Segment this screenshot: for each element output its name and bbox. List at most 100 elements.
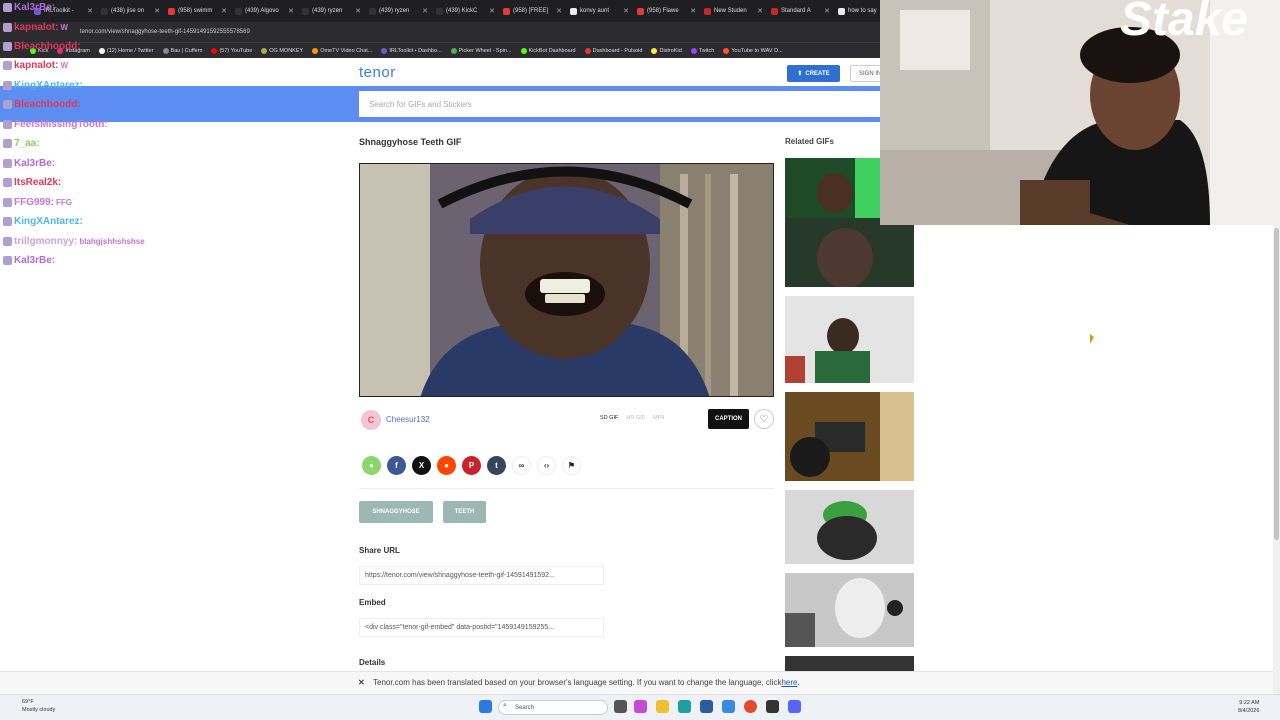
- format-hd[interactable]: HD GIF: [626, 415, 645, 421]
- chat-badge-icon: [3, 237, 12, 246]
- bookmark-label: YouTube to WAV D...: [731, 47, 783, 54]
- reddit-icon[interactable]: ●: [437, 456, 456, 475]
- related-gif[interactable]: [785, 392, 914, 481]
- app-icon[interactable]: [766, 700, 779, 713]
- tab-close-icon[interactable]: ✕: [489, 7, 495, 15]
- author-avatar[interactable]: C: [361, 410, 381, 430]
- tab-close-icon[interactable]: ✕: [355, 7, 361, 15]
- translation-link[interactable]: here: [781, 678, 797, 687]
- browser-tab[interactable]: Standard A ✕: [767, 2, 834, 20]
- tenor-logo[interactable]: tenor: [359, 64, 396, 81]
- create-button[interactable]: ⬆ CREATE: [787, 65, 840, 82]
- chat-badge-icon: [3, 139, 12, 148]
- upload-icon: ⬆: [797, 71, 803, 77]
- tab-label: (439) Algovo: [245, 8, 279, 14]
- chat-username: Kal3rBe:: [14, 158, 56, 169]
- close-icon[interactable]: ✕: [358, 678, 365, 687]
- tab-close-icon[interactable]: ✕: [824, 7, 830, 15]
- tag-shnaggyhose[interactable]: SHNAGGYHOSE: [359, 501, 433, 523]
- browser-tab[interactable]: (958) [FREE] ✕: [499, 2, 566, 20]
- flag-icon[interactable]: ⚑: [562, 456, 581, 475]
- browser-tab[interactable]: (439) ryzen ✕: [298, 2, 365, 20]
- chat-username: kapnalot:: [14, 60, 59, 71]
- bookmark-item[interactable]: OG MONKEY: [261, 47, 303, 54]
- related-gif[interactable]: [785, 656, 914, 671]
- chat-message-text: blahgjshhshshse: [79, 237, 145, 246]
- chat-badge-icon: [3, 3, 12, 12]
- tab-close-icon[interactable]: ✕: [690, 7, 696, 15]
- scrollbar-thumb[interactable]: [1274, 228, 1279, 540]
- link-icon[interactable]: ∞: [512, 456, 531, 475]
- bookmark-item[interactable]: Twitch: [690, 47, 714, 54]
- system-clock[interactable]: 9:22 AM 8/4/2026: [1238, 699, 1259, 715]
- file-explorer-icon[interactable]: [656, 700, 669, 713]
- mail-icon[interactable]: [722, 700, 735, 713]
- embed-code-icon[interactable]: ‹›: [537, 456, 556, 475]
- start-icon[interactable]: [479, 700, 492, 713]
- related-gif[interactable]: [785, 490, 914, 564]
- browser-tab[interactable]: how to say✕: [834, 2, 880, 20]
- edge-icon[interactable]: [678, 700, 691, 713]
- bookmark-item[interactable]: OmeTV Video Chat...: [312, 47, 372, 54]
- weather-widget[interactable]: 69°F Mostly cloudy: [8, 698, 55, 714]
- browser-tab[interactable]: (439) Algovo ✕: [231, 2, 298, 20]
- tab-close-icon[interactable]: ✕: [288, 7, 294, 15]
- tab-close-icon[interactable]: ✕: [757, 7, 763, 15]
- x-twitter-icon[interactable]: X: [412, 456, 431, 475]
- tag-teeth[interactable]: TEETH: [443, 501, 486, 523]
- discord-icon[interactable]: [788, 700, 801, 713]
- bookmark-item[interactable]: Picker Wheel - Spin...: [450, 47, 512, 54]
- bookmark-item[interactable]: IRLToolkit • Dashbo...: [381, 47, 442, 54]
- message-share-icon[interactable]: ●: [362, 456, 381, 475]
- app-icon[interactable]: [634, 700, 647, 713]
- related-gif-image: [785, 392, 914, 481]
- related-gif[interactable]: [785, 573, 914, 647]
- chat-badge-icon: [3, 120, 12, 129]
- task-view-icon[interactable]: [614, 700, 627, 713]
- related-gif[interactable]: [785, 296, 914, 383]
- format-mp4[interactable]: MP4: [653, 415, 664, 421]
- browser-tab[interactable]: (439) KickC ✕: [432, 2, 499, 20]
- chat-username: kapnalot:: [14, 22, 59, 33]
- bookmark-label: KickBot Dashboard: [528, 47, 576, 54]
- bookmark-item[interactable]: YouTube to WAV D...: [723, 47, 783, 54]
- bookmark-icon: [690, 47, 697, 54]
- app-icon[interactable]: [700, 700, 713, 713]
- tab-favicon-icon: [637, 7, 644, 15]
- format-sd[interactable]: SD GIF: [600, 415, 618, 421]
- tab-close-icon[interactable]: ✕: [422, 7, 428, 15]
- browser-tab[interactable]: konvy aunt ✕: [566, 2, 633, 20]
- weather-desc: Mostly cloudy: [22, 707, 56, 713]
- tab-close-icon[interactable]: ✕: [556, 7, 562, 15]
- translation-text: Tenor.com has been translated based on y…: [373, 678, 782, 687]
- chat-badge-icon: [3, 198, 12, 207]
- browser-tab[interactable]: (439) ryzen ✕: [365, 2, 432, 20]
- favorite-heart-icon[interactable]: ♡: [754, 409, 774, 429]
- search-input[interactable]: Search for GIFs and Stickers: [359, 91, 880, 117]
- chat-badge-icon: [3, 159, 12, 168]
- chat-message: KingXAntarez:: [3, 80, 85, 91]
- chat-username: ItsReal2k:: [14, 177, 62, 188]
- share-url-field[interactable]: https://tenor.com/view/shnaggyhose-teeth…: [359, 566, 604, 585]
- embed-code-field[interactable]: <div class="tenor-gif-embed" data-postid…: [359, 618, 604, 637]
- facebook-icon[interactable]: f: [387, 456, 406, 475]
- browser-tab[interactable]: (958) Flawe ✕: [633, 2, 700, 20]
- format-selector[interactable]: SD GIF HD GIF MP4: [600, 415, 664, 421]
- stream-chat-overlay: Kal3rBe: kapnalot: W Bleachhoodd: kapnalot: W…: [0, 0, 358, 290]
- chat-message-text: FFG: [56, 198, 73, 207]
- tumblr-icon[interactable]: t: [487, 456, 506, 475]
- gif-player[interactable]: [359, 163, 774, 397]
- browser-tab[interactable]: New Studen ✕: [700, 2, 767, 20]
- caption-button[interactable]: CAPTION: [708, 409, 749, 429]
- taskbar-search[interactable]: Search: [498, 700, 608, 715]
- pinterest-icon[interactable]: P: [462, 456, 481, 475]
- author-name[interactable]: Cheesur132: [386, 415, 430, 424]
- chrome-icon[interactable]: [744, 700, 757, 713]
- tab-favicon-icon: [704, 7, 711, 15]
- bookmark-item[interactable]: KickBot Dashboard: [520, 47, 576, 54]
- bookmark-item[interactable]: DistroKid: [651, 47, 682, 54]
- bookmark-item[interactable]: Dashboard - Pulsoid: [584, 47, 642, 54]
- chat-message: Bleachhoodd:: [3, 99, 83, 110]
- chat-username: Bleachhoodd:: [14, 99, 81, 110]
- tab-close-icon[interactable]: ✕: [623, 7, 629, 15]
